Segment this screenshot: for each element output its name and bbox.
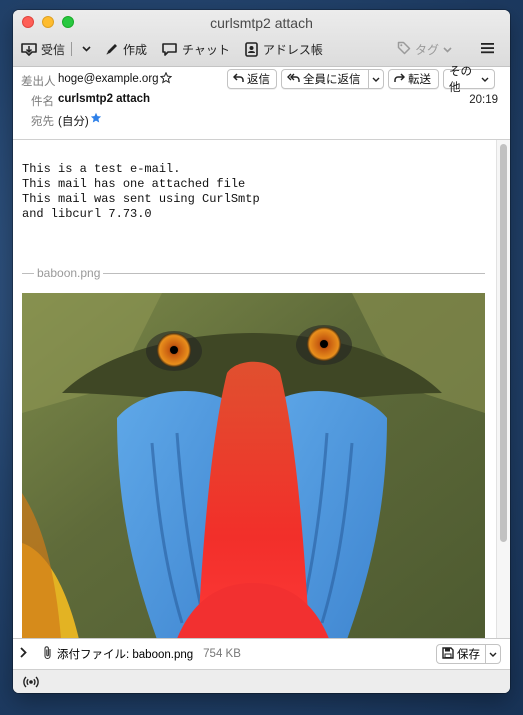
- chevron-down-icon[interactable]: [82, 46, 91, 52]
- save-dropdown[interactable]: [485, 645, 500, 663]
- from-address[interactable]: hoge@example.org: [58, 73, 159, 85]
- hamburger-menu-icon[interactable]: [481, 42, 494, 57]
- forward-arrow-icon: [394, 72, 406, 86]
- address-book-button[interactable]: アドレス帳: [244, 41, 323, 58]
- reply-button[interactable]: 返信: [227, 69, 277, 89]
- more-label: その他: [449, 66, 472, 94]
- status-bar: [13, 669, 510, 693]
- star-outline-icon[interactable]: [159, 71, 173, 87]
- to-value[interactable]: (自分): [58, 113, 89, 129]
- tag-icon: [397, 41, 411, 58]
- attachment-label[interactable]: 添付ファイル: baboon.png: [57, 646, 193, 662]
- divider: [71, 42, 73, 56]
- attachment-size: 754 KB: [203, 648, 241, 660]
- save-button[interactable]: 保存: [436, 644, 501, 664]
- floppy-disk-icon: [442, 646, 454, 662]
- reply-label: 返信: [247, 74, 270, 86]
- chat-bubble-icon: [161, 42, 178, 57]
- chevron-down-icon: [443, 42, 452, 56]
- window-title: curlsmtp2 attach: [210, 15, 313, 31]
- reply-all-button[interactable]: 全員に返信: [281, 69, 384, 89]
- from-label: 差出人: [21, 76, 56, 88]
- chevron-down-icon: [489, 648, 497, 660]
- write-button[interactable]: 作成: [105, 41, 147, 58]
- get-mail-label: 受信: [41, 42, 66, 57]
- save-label: 保存: [457, 649, 480, 661]
- address-book-label: アドレス帳: [262, 42, 323, 57]
- attachment-separator-name: baboon.png: [37, 266, 101, 280]
- pencil-icon: [105, 42, 119, 56]
- message-body: This is a test e-mail. This mail has one…: [13, 140, 497, 638]
- address-book-icon: [244, 41, 259, 57]
- inbox-download-icon: [21, 42, 37, 57]
- tag-button[interactable]: タグ: [397, 41, 452, 58]
- get-mail-button[interactable]: 受信: [21, 41, 91, 58]
- subject-value: curlsmtp2 attach: [58, 93, 151, 105]
- title-toolbar: curlsmtp2 attach 受信 作成 チャット アドレス帳 タグ: [13, 10, 510, 67]
- reply-all-label: 全員に返信: [303, 74, 361, 86]
- forward-button[interactable]: 転送: [388, 69, 439, 89]
- attachment-separator: baboon.png: [22, 266, 485, 280]
- chat-label: チャット: [182, 42, 230, 57]
- to-label: 宛先: [31, 116, 54, 128]
- subject-label: 件名: [31, 96, 54, 108]
- reply-arrow-icon: [232, 72, 244, 86]
- mail-window: curlsmtp2 attach 受信 作成 チャット アドレス帳 タグ 差出人…: [13, 10, 510, 693]
- forward-label: 転送: [408, 74, 431, 86]
- message-header: 差出人 hoge@example.org 件名 curlsmtp2 attach…: [13, 66, 510, 140]
- chevron-right-icon[interactable]: [20, 647, 27, 661]
- tag-label: タグ: [414, 42, 439, 57]
- chevron-down-icon: [372, 73, 380, 85]
- message-text: This is a test e-mail. This mail has one…: [22, 162, 260, 221]
- toolbar: 受信 作成 チャット アドレス帳 タグ: [21, 38, 502, 60]
- reply-all-arrow-icon: [287, 73, 300, 86]
- reply-all-dropdown[interactable]: [368, 70, 383, 88]
- message-time: 20:19: [469, 94, 498, 106]
- vertical-scrollbar[interactable]: [496, 140, 510, 638]
- attachment-bar: 添付ファイル: baboon.png 754 KB 保存: [13, 638, 510, 669]
- online-status-icon[interactable]: [23, 676, 39, 688]
- star-filled-icon[interactable]: [90, 112, 102, 127]
- attached-image-baboon: [22, 293, 485, 638]
- paperclip-icon: [43, 645, 53, 663]
- chat-button[interactable]: チャット: [161, 41, 230, 58]
- chevron-down-icon: [481, 73, 489, 85]
- more-button[interactable]: その他: [443, 66, 495, 94]
- write-label: 作成: [123, 42, 148, 57]
- scrollbar-thumb[interactable]: [500, 144, 507, 542]
